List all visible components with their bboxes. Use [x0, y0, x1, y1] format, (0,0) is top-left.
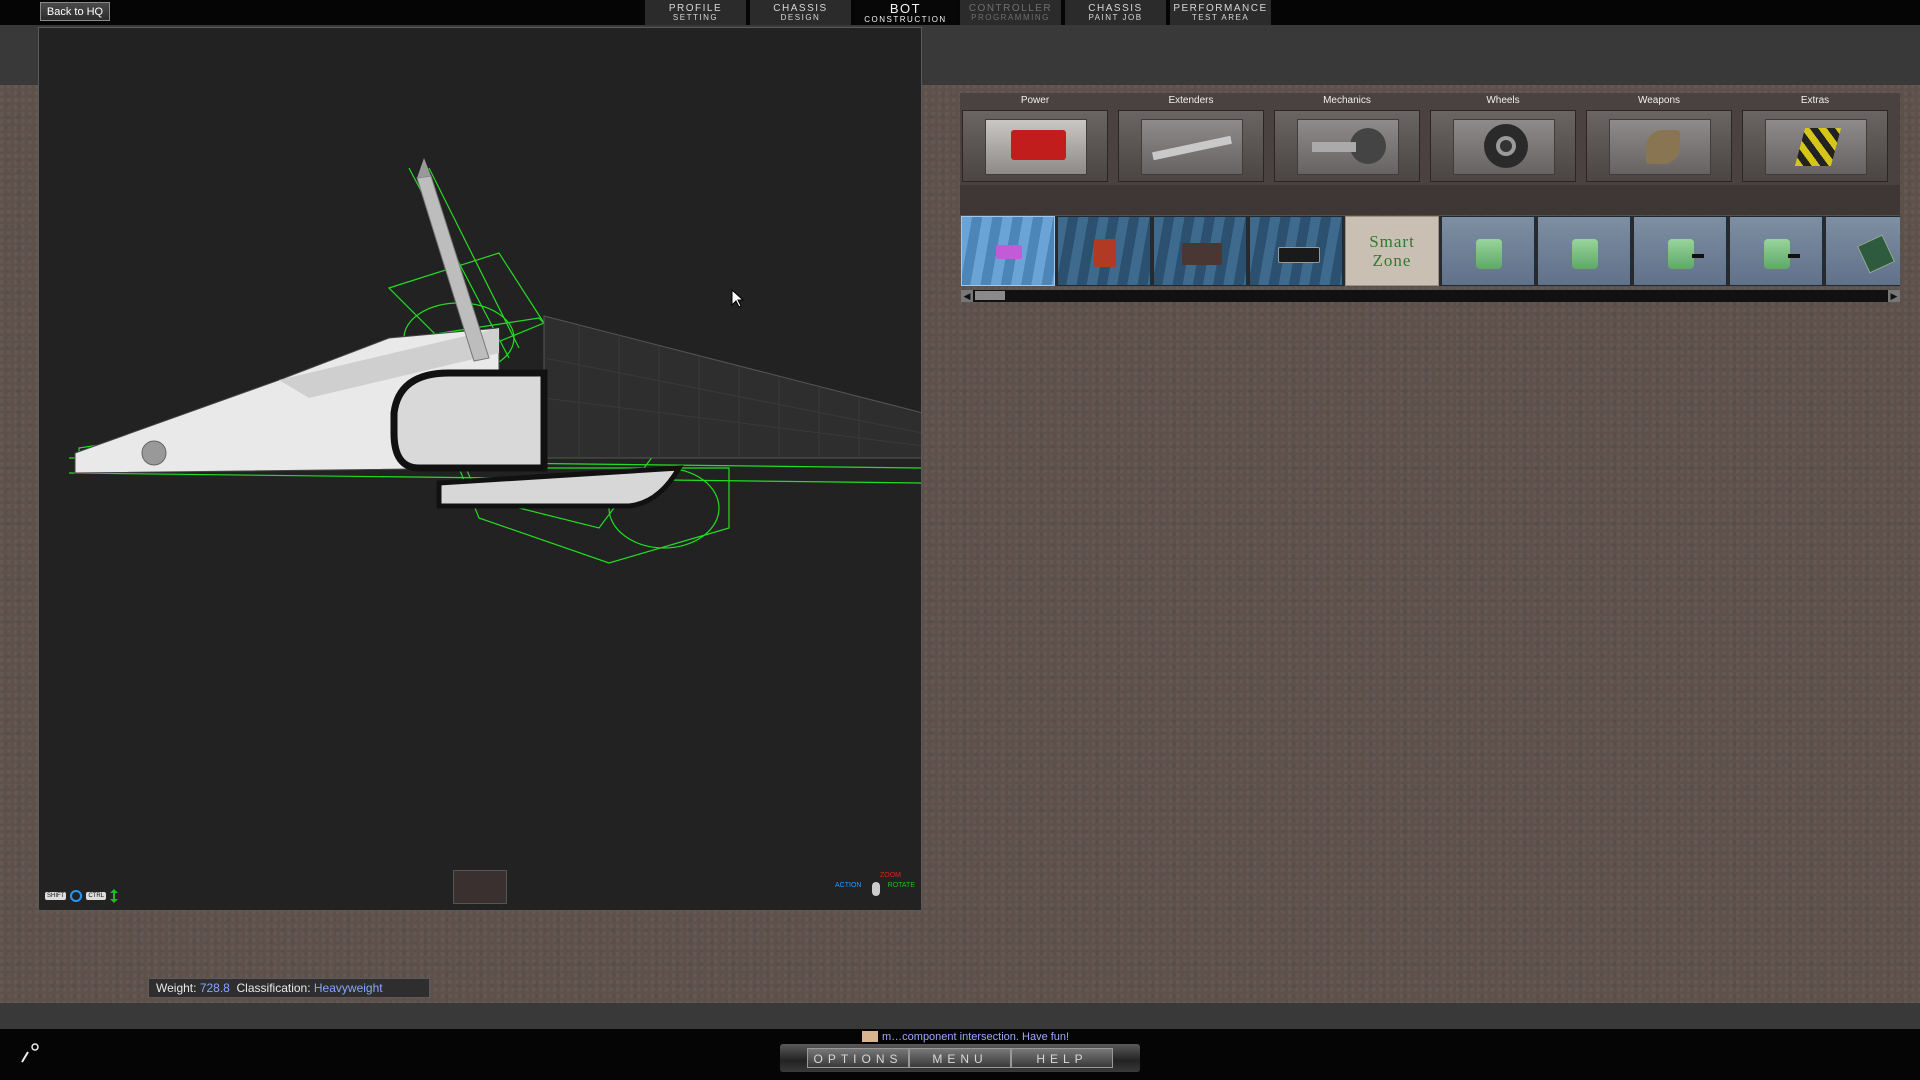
- parts-item-strip: Smart Zone: [961, 216, 1900, 286]
- mouse-icon: [872, 882, 880, 896]
- options-button[interactable]: OPTIONS: [807, 1048, 909, 1068]
- category-divider: [960, 185, 1900, 215]
- tab-performance-test-area[interactable]: PERFORMANCE TEST AREA: [1170, 0, 1271, 25]
- camera-controls-hint: SHIFT CTRL: [45, 888, 119, 904]
- part-item[interactable]: [1633, 216, 1727, 286]
- wheel-icon: [1430, 110, 1576, 182]
- main-menu-bar: OPTIONS MENU HELP: [780, 1044, 1140, 1072]
- smart-zone-line2: Zone: [1372, 251, 1412, 270]
- rotate-icon: [70, 890, 83, 902]
- bot-preview-thumbnail[interactable]: [453, 870, 507, 904]
- construction-nav: PROFILE SETTING CHASSIS DESIGN BOT CONST…: [645, 0, 1271, 25]
- category-label: Power: [1020, 95, 1050, 106]
- part-categories: Power Extenders Mechanics Wheels Weapons…: [960, 93, 1900, 185]
- part-item[interactable]: [1825, 216, 1900, 286]
- parts-scrollbar[interactable]: ◀ ▶: [961, 289, 1900, 302]
- tab-label-line2: DESIGN: [780, 13, 821, 22]
- extender-bar-icon: [1118, 110, 1264, 182]
- part-item[interactable]: [961, 216, 1055, 286]
- category-weapons[interactable]: Weapons: [1584, 93, 1734, 185]
- motor-icon: [1274, 110, 1420, 182]
- chip-pin: [1788, 254, 1800, 258]
- tab-label-line1: PROFILE: [668, 3, 723, 14]
- tab-controller-programming: CONTROLLER PROGRAMMING: [960, 0, 1061, 25]
- tab-bot-construction[interactable]: BOT CONSTRUCTION: [855, 0, 956, 25]
- scroll-right-icon[interactable]: ▶: [1888, 290, 1900, 302]
- vertical-arrows-icon: [110, 889, 119, 903]
- tab-label-line1: CONTROLLER: [968, 3, 1053, 14]
- red-battery-icon: [1086, 235, 1124, 269]
- message-icon: [862, 1031, 878, 1042]
- green-chip-icon: [1572, 239, 1598, 269]
- back-to-hq-button[interactable]: Back to HQ: [40, 2, 110, 21]
- category-power[interactable]: Power: [960, 93, 1110, 185]
- bottom-strip: [0, 1003, 1920, 1029]
- part-item[interactable]: [1537, 216, 1631, 286]
- green-chip-pin-icon: [1764, 239, 1790, 269]
- classification-value: Heavyweight: [313, 981, 383, 995]
- connection-icon: [16, 1042, 40, 1071]
- category-label: Weapons: [1637, 95, 1681, 106]
- blade-icon: [1586, 110, 1732, 182]
- weight-classification-panel: Weight: 728.8 Classification: Heavyweigh…: [148, 978, 430, 998]
- category-extras[interactable]: Extras: [1740, 93, 1890, 185]
- help-button[interactable]: HELP: [1011, 1048, 1113, 1068]
- tab-profile-setting[interactable]: PROFILE SETTING: [645, 0, 746, 25]
- shift-key-label: SHIFT: [45, 892, 67, 900]
- tab-label-line1: CHASSIS: [773, 3, 828, 14]
- category-label: Mechanics: [1323, 95, 1371, 106]
- pink-battery-icon: [990, 235, 1028, 269]
- tab-label-line1: PERFORMANCE: [1173, 3, 1268, 14]
- circuit-board-icon: [1854, 234, 1896, 274]
- bot-model-render[interactable]: [39, 28, 922, 911]
- mouse-pointer-icon: [731, 289, 745, 308]
- category-label: Extenders: [1168, 95, 1214, 106]
- extras-icon: [1742, 110, 1888, 182]
- part-item[interactable]: [1729, 216, 1823, 286]
- top-bar: Back to HQ PROFILE SETTING CHASSIS DESIG…: [0, 0, 1920, 25]
- tab-label-line1: BOT: [889, 0, 922, 16]
- tab-label-line2: SETTING: [672, 13, 719, 22]
- tab-label-line2: PAINT JOB: [1088, 13, 1143, 22]
- tab-label-line2: CONSTRUCTION: [864, 14, 947, 24]
- mouse-controls-hint: ZOOM ACTION ROTATE: [835, 872, 915, 902]
- weight-label: Weight:: [156, 981, 197, 995]
- smart-zone-line1: Smart: [1369, 232, 1415, 251]
- scroll-thumb[interactable]: [975, 291, 1005, 300]
- rotate-label: ROTATE: [887, 882, 915, 889]
- zoom-label: ZOOM: [880, 872, 901, 879]
- category-extenders[interactable]: Extenders: [1116, 93, 1266, 185]
- tab-chassis-paint-job[interactable]: CHASSIS PAINT JOB: [1065, 0, 1166, 25]
- part-item[interactable]: [1249, 216, 1343, 286]
- category-label: Extras: [1800, 95, 1830, 106]
- bot-3d-viewport[interactable]: SHIFT CTRL ZOOM ACTION ROTATE: [38, 27, 922, 911]
- green-chip-icon: [1476, 239, 1502, 269]
- chip-pin: [1692, 254, 1704, 258]
- part-item[interactable]: [1057, 216, 1151, 286]
- tab-chassis-design[interactable]: CHASSIS DESIGN: [750, 0, 851, 25]
- status-message: m…component intersection. Have fun!: [882, 1031, 1070, 1043]
- menu-button[interactable]: MENU: [909, 1048, 1011, 1068]
- classification-label: Classification:: [236, 981, 311, 995]
- category-mechanics[interactable]: Mechanics: [1272, 93, 1422, 185]
- part-item[interactable]: [1441, 216, 1535, 286]
- ctrl-key-label: CTRL: [86, 892, 107, 900]
- black-battery-icon: [1278, 235, 1320, 269]
- tab-label-line2: PROGRAMMING: [971, 13, 1050, 22]
- large-battery-icon: [1182, 235, 1222, 269]
- smart-zone-item[interactable]: Smart Zone: [1345, 216, 1439, 286]
- green-chip-pin-icon: [1668, 239, 1694, 269]
- battery-icon: [962, 110, 1108, 182]
- tab-label-line2: TEST AREA: [1191, 13, 1250, 22]
- tab-label-line1: CHASSIS: [1088, 3, 1143, 14]
- part-item[interactable]: [1153, 216, 1247, 286]
- scroll-left-icon[interactable]: ◀: [961, 290, 973, 302]
- weight-value: 728.8: [199, 981, 230, 995]
- category-label: Wheels: [1486, 95, 1520, 106]
- category-wheels[interactable]: Wheels: [1428, 93, 1578, 185]
- action-label: ACTION: [835, 882, 862, 889]
